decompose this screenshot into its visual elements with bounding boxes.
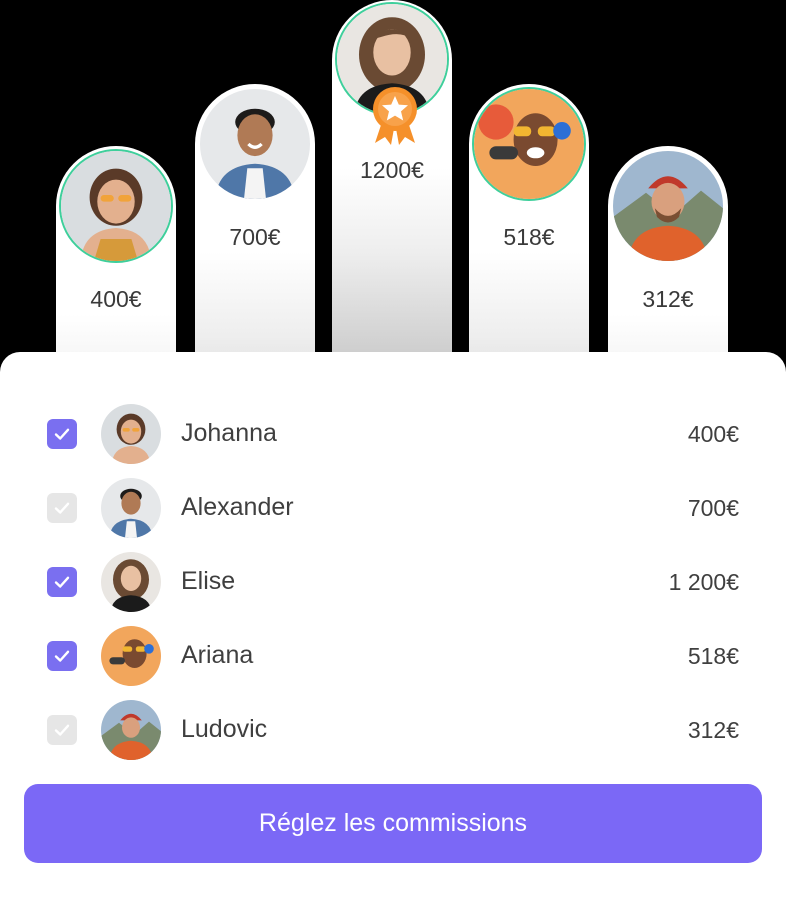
checkbox[interactable] (47, 715, 77, 745)
person-name: Elise (181, 567, 236, 595)
checkbox[interactable] (47, 641, 77, 671)
avatar (101, 404, 161, 464)
podium-amount: 1200€ (360, 157, 424, 183)
list-item-johanna: Johanna 400€ (0, 397, 786, 471)
avatar-alexander (198, 87, 312, 201)
person-name: Ariana (181, 641, 254, 669)
list-item-ludovic: Ludovic 312€ (0, 693, 786, 767)
person-name: Ludovic (181, 715, 268, 743)
checkbox[interactable] (47, 493, 77, 523)
person-name: Alexander (181, 493, 294, 521)
podium-amount: 518€ (503, 224, 555, 250)
avatar (101, 478, 161, 538)
commission-amount: 700€ (687, 495, 739, 521)
avatar-ariana (472, 87, 586, 201)
commission-amount: 312€ (687, 717, 739, 743)
checkbox[interactable] (47, 567, 77, 597)
checkmark-icon (54, 502, 70, 514)
avatar (101, 626, 161, 686)
podium-amount: 700€ (229, 224, 281, 250)
person-name: Johanna (181, 419, 277, 447)
podium-amount: 400€ (90, 286, 142, 312)
commission-amount: 400€ (687, 421, 739, 447)
list-item-alexander: Alexander 700€ (0, 471, 786, 545)
list-item-elise: Elise 1 200€ (0, 545, 786, 619)
settle-commissions-button[interactable]: Réglez les commissions (24, 784, 762, 863)
podium-area: 400€ 700€ 1200€ 518€ 312€ (0, 0, 786, 566)
list-item-ariana: Ariana 518€ (0, 619, 786, 693)
star-award-icon (373, 87, 417, 145)
checkmark-icon (54, 724, 70, 736)
podium-amount: 312€ (642, 286, 694, 312)
avatar (101, 552, 161, 612)
commission-amount: 518€ (687, 643, 739, 669)
avatar-johanna (59, 149, 173, 263)
commission-amount: 1 200€ (668, 569, 739, 595)
avatar-ludovic (611, 149, 725, 263)
checkbox[interactable] (47, 419, 77, 449)
avatar (101, 700, 161, 760)
checkmark-icon (54, 428, 70, 440)
checkmark-icon (54, 650, 70, 662)
checkmark-icon (54, 576, 70, 588)
